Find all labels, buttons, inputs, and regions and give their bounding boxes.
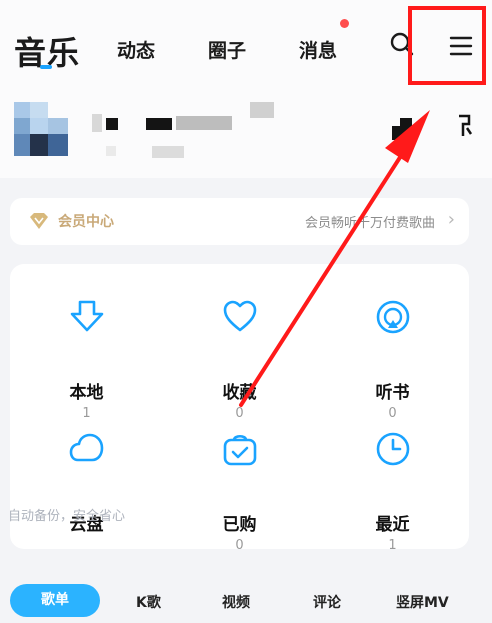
clock-icon [376,432,410,466]
tab-comments[interactable]: 评论 [313,592,341,612]
grid-item-count: 1 [388,538,397,553]
tab-feed[interactable]: 动态 [117,36,155,63]
tab-circles[interactable]: 圈子 [208,36,246,63]
heart-icon [223,300,257,332]
vip-center-label: 会员中心 [58,214,114,230]
download-icon [70,300,104,332]
grid-item-label: 本地 [69,383,104,403]
grid-item-label: 收藏 [222,383,257,403]
grid-item-count: 0 [388,406,397,421]
cloud-icon [69,433,104,462]
cloud-drive-note: 自动备份，安全省心 [8,509,126,524]
vip-diamond-icon [30,213,48,229]
chevron-right-icon: › [447,209,455,230]
badge-icon[interactable] [455,112,475,142]
grid-item-purchased[interactable]: 已购 0 [163,430,316,553]
grid-item-count: 0 [235,538,244,553]
grid-item-audiobook[interactable]: 听书 0 [316,298,469,421]
user-profile-area[interactable] [0,88,492,178]
tab-videos[interactable]: 视频 [222,592,250,612]
menu-highlight-box [408,6,486,85]
tab-karaoke[interactable]: K歌 [136,592,161,612]
content-tab-bar: 歌单 K歌 视频 评论 竖屏MV [0,580,492,623]
grid-item-label: 最近 [375,515,410,535]
grid-item-cloud-drive[interactable]: 云盘 [10,430,163,550]
purchased-bag-icon [223,434,257,466]
grid-item-label: 已购 [222,515,257,535]
vip-promo-text: 会员畅听千万付费歌曲 [304,216,435,231]
tab-messages[interactable]: 消息 [299,36,337,63]
grid-item-label: 听书 [375,383,410,403]
grid-item-recent[interactable]: 最近 1 [316,430,469,553]
vip-center-card[interactable]: 会员中心 会员畅听千万付费歌曲 › [10,198,469,245]
grid-item-favorites[interactable]: 收藏 0 [163,298,316,421]
grid-item-local[interactable]: 本地 1 [10,298,163,421]
grid-item-count: 1 [82,406,91,421]
tab-vertical-mv[interactable]: 竖屏MV [396,592,449,612]
tab-playlists[interactable]: 歌单 [10,584,100,617]
grid-item-count: 0 [235,406,244,421]
unread-dot [340,19,349,28]
audiobook-icon [376,300,410,334]
active-tab-indicator [40,65,52,69]
